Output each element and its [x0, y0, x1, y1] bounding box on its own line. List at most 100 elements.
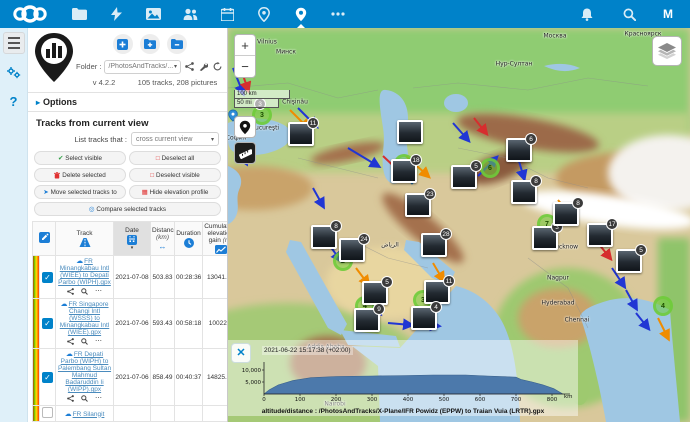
track-segment[interactable]	[348, 148, 378, 166]
track-segment[interactable]	[658, 318, 668, 338]
date-column-header[interactable]: Date ▾	[114, 222, 151, 256]
track-segment[interactable]	[433, 263, 443, 280]
nextcloud-logo-icon[interactable]	[10, 5, 50, 23]
photo-marker[interactable]: 28	[421, 233, 447, 257]
track-checkbox[interactable]: ✓	[42, 318, 53, 329]
photo-marker[interactable]: 6	[506, 138, 532, 162]
distance-column-header[interactable]: Distance (km) ↔	[151, 222, 175, 256]
refresh-icon[interactable]	[212, 59, 223, 74]
edit-column-header[interactable]	[33, 222, 56, 256]
track-link[interactable]: ☁FR Minangkabau Intl (WIEE) to Depati Pa…	[58, 258, 111, 286]
search-icon[interactable]	[616, 1, 642, 27]
track-segment[interactable]	[313, 188, 323, 206]
gain-column-header[interactable]: Cumulative elevation gain (m)	[203, 222, 229, 256]
track-segment[interactable]	[626, 290, 636, 308]
hamburger-menu-icon[interactable]	[3, 32, 25, 54]
photo-marker[interactable]: 4	[411, 306, 437, 330]
measure-tool-button[interactable]	[234, 142, 256, 164]
layers-control[interactable]	[652, 36, 682, 66]
photo-marker[interactable]: 5	[362, 281, 388, 305]
track-color-bar	[33, 349, 40, 406]
top-header-bar: M	[0, 0, 690, 28]
track-link[interactable]: ☁FR Depati Parbo (WIPH) to Palembang Sul…	[58, 351, 111, 393]
folder-select[interactable]: /PhotosAndTracks/... ▾	[104, 60, 181, 74]
options-section-toggle[interactable]: ▸Options	[28, 92, 227, 112]
track-checkbox-cell: ✓	[40, 256, 56, 299]
add-folder-button[interactable]	[140, 34, 160, 54]
photo-marker[interactable]: 8	[511, 180, 537, 204]
deselect-all-button[interactable]: □Deselect all	[129, 151, 221, 165]
cloud-icon: ☁	[76, 257, 83, 265]
track-cluster-marker[interactable]: 4	[653, 296, 673, 316]
photo-marker[interactable]: 24	[339, 238, 365, 262]
track-checkbox[interactable]: ✓	[42, 372, 53, 383]
photo-marker[interactable]: 17	[587, 223, 613, 247]
more-apps-icon[interactable]	[325, 1, 351, 27]
photo-marker[interactable]: 9	[354, 308, 380, 332]
track-link[interactable]: ☁FR Silangit	[65, 411, 105, 418]
more-options-icon[interactable]: ⋯	[95, 395, 102, 404]
track-segment[interactable]	[474, 118, 486, 133]
calendar-app-icon[interactable]	[214, 1, 240, 27]
zoom-track-icon[interactable]	[81, 338, 88, 347]
help-button[interactable]: ?	[10, 94, 18, 109]
photo-thumbnail[interactable]	[397, 120, 423, 144]
wrench-icon[interactable]	[198, 59, 209, 74]
more-options-icon[interactable]: ⋯	[95, 338, 102, 347]
zoom-in-button[interactable]: +	[235, 35, 255, 56]
notifications-bell-icon[interactable]	[574, 1, 600, 27]
track-segment[interactable]	[636, 313, 648, 328]
track-cluster-marker[interactable]: 6	[480, 158, 500, 178]
photo-marker[interactable]: 5	[451, 165, 477, 189]
photos-app-icon[interactable]	[140, 1, 166, 27]
share-icon[interactable]	[67, 288, 74, 297]
share-folder-icon[interactable]	[184, 59, 195, 74]
photo-marker[interactable]	[397, 120, 423, 144]
list-tracks-select[interactable]: cross current view ▾	[131, 132, 219, 146]
share-icon[interactable]	[67, 338, 74, 347]
user-avatar[interactable]: M	[658, 4, 678, 24]
share-icon[interactable]	[67, 395, 74, 404]
settings-gears-icon[interactable]	[6, 66, 21, 82]
add-track-button[interactable]	[113, 34, 133, 54]
track-row: ✓ ☁FR Minangkabau Intl (WIEE) to Depati P…	[33, 256, 229, 299]
photo-marker[interactable]: 11	[288, 122, 314, 146]
layers-icon	[658, 43, 676, 59]
hide-elevation-button[interactable]: ▦Hide elevation profile	[129, 185, 221, 199]
gpxpod-app-icon[interactable]	[288, 1, 314, 27]
files-app-icon[interactable]	[66, 1, 92, 27]
delete-selected-button[interactable]: Delete selected	[34, 168, 126, 182]
photo-marker[interactable]: 5	[616, 249, 642, 273]
map[interactable]: МоскваКрасноярскVilniusМинскНур-СултанCh…	[228, 28, 690, 422]
track-segment[interactable]	[388, 323, 411, 325]
more-options-icon[interactable]: ⋯	[95, 288, 102, 297]
track-distance: 503.83	[151, 256, 175, 299]
track-segment[interactable]	[453, 123, 468, 140]
track-checkbox-cell	[40, 406, 56, 422]
section-title: Tracks from current view	[36, 118, 219, 129]
zoom-track-icon[interactable]	[81, 395, 88, 404]
svg-text:400: 400	[403, 397, 414, 402]
photo-count-badge: 17	[606, 218, 618, 230]
photo-marker[interactable]: 23	[405, 193, 431, 217]
marker-toggle-button[interactable]	[234, 116, 256, 138]
open-folder-button[interactable]	[167, 34, 187, 54]
duration-column-header[interactable]: Duration	[175, 222, 203, 256]
zoom-out-button[interactable]: −	[235, 56, 255, 77]
move-selected-button[interactable]: ➤Move selected tracks to	[34, 185, 126, 199]
photo-marker[interactable]: 8	[553, 202, 579, 226]
deselect-visible-button[interactable]: □Deselect visible	[129, 168, 221, 182]
track-checkbox[interactable]	[42, 407, 53, 418]
select-visible-button[interactable]: ✔Select visible	[34, 151, 126, 165]
track-link[interactable]: ☁FR Singapore Changi Intl (WSSS) to Mina…	[60, 301, 110, 336]
track-checkbox[interactable]: ✓	[42, 272, 53, 283]
contacts-app-icon[interactable]	[177, 1, 203, 27]
zoom-track-icon[interactable]	[81, 288, 88, 297]
photo-marker[interactable]: 3	[532, 226, 558, 250]
photo-marker[interactable]: 8	[311, 225, 337, 249]
photo-marker[interactable]: 18	[391, 159, 417, 183]
maps-app-icon[interactable]	[251, 1, 277, 27]
compare-tracks-button[interactable]: ◎Compare selected tracks	[34, 202, 221, 216]
track-column-header[interactable]: Track	[56, 222, 114, 256]
activity-app-icon[interactable]	[103, 1, 129, 27]
